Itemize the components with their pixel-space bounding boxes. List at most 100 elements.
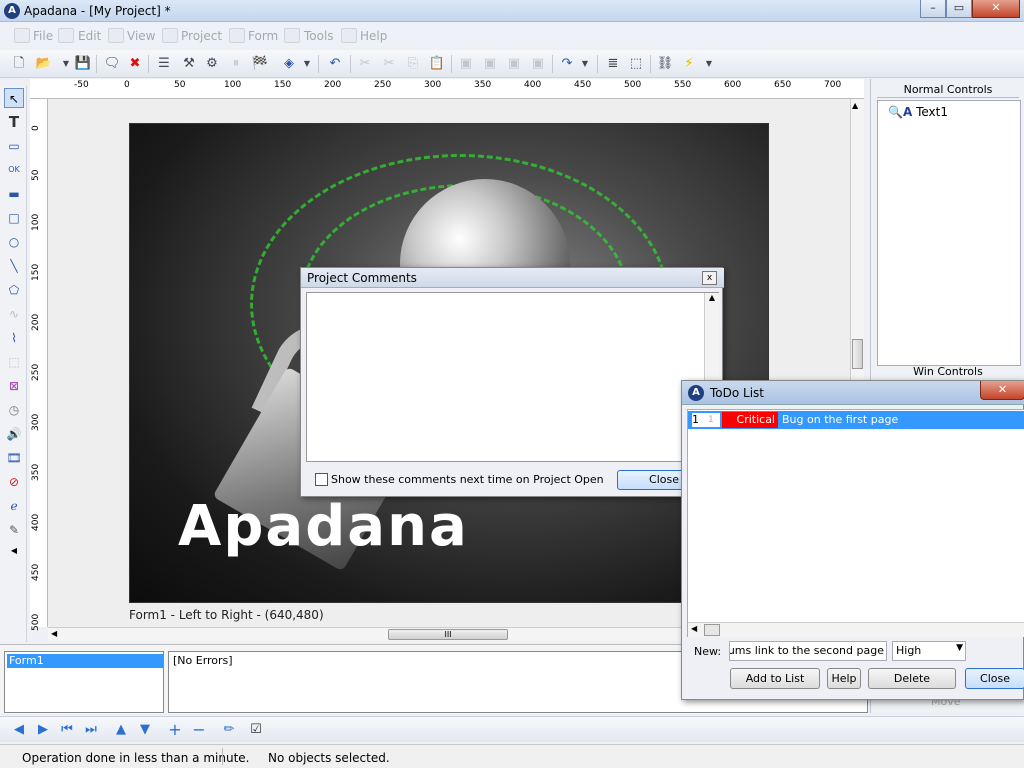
cut-icon[interactable]: ✂ [356, 55, 374, 73]
properties-icon[interactable]: ☰ [155, 55, 173, 73]
apadana-text-label[interactable]: Apadana [178, 494, 469, 559]
add-to-list-button[interactable]: Add to List [730, 668, 820, 689]
ellipse-tool-icon[interactable]: ○ [4, 232, 24, 252]
comments-close-x-button[interactable]: x [702, 271, 717, 285]
new-item-input[interactable]: a forums link to the second page [729, 641, 887, 661]
more-tools-arrow-icon[interactable]: ◀ [4, 541, 24, 561]
todo-row[interactable]: 1 1 Critical Bug on the first page [688, 411, 1024, 429]
menu-help[interactable]: Help [360, 29, 387, 43]
minimize-button[interactable]: – [920, 0, 946, 18]
horizontal-ruler: -50 0 50 100 150 200 250 300 350 400 450 500 550 600 6… [30, 79, 864, 99]
transform-tool-icon[interactable]: ⊠ [4, 376, 24, 396]
open-folder-icon[interactable]: 📂 [35, 55, 53, 73]
selection-tool-icon[interactable]: ⬚ [4, 352, 24, 372]
forward-icon[interactable]: ▣ [505, 55, 523, 73]
grid-icon[interactable]: ⬚ [627, 55, 645, 73]
menu-form[interactable]: Form [248, 29, 278, 43]
backward-icon[interactable]: ▣ [529, 55, 547, 73]
button-tool-icon[interactable]: ▭ [4, 136, 24, 156]
stop-tool-icon[interactable]: ⊘ [4, 472, 24, 492]
browser-tool-icon[interactable]: ℯ [4, 496, 24, 516]
image-tool-icon[interactable]: ▬ [4, 184, 24, 204]
layers-dropdown-icon[interactable]: ▼ [298, 55, 316, 73]
arrow-left-icon[interactable]: ◀ [10, 721, 28, 739]
comments-icon[interactable]: 🗨 [103, 55, 121, 73]
controls-tree[interactable]: 🔍A Text1 [877, 100, 1021, 366]
sound-tool-icon[interactable]: 🔊 [4, 424, 24, 444]
menu-edit[interactable]: Edit [78, 29, 101, 43]
scroll-up-icon[interactable]: ▲ [709, 293, 715, 302]
cut2-icon[interactable]: ✂ [380, 55, 398, 73]
redo-icon[interactable]: ↷ [558, 55, 576, 73]
form-list[interactable]: Form1 [4, 651, 164, 713]
help-button[interactable]: Help [827, 668, 861, 689]
first-icon[interactable]: ⏮ [58, 721, 76, 739]
text-tool-icon[interactable]: T [4, 112, 24, 132]
undo-icon[interactable]: ↶ [326, 55, 344, 73]
wand-icon[interactable]: ✏ [220, 721, 238, 739]
arrow-right-icon[interactable]: ▶ [34, 721, 52, 739]
delete-icon[interactable]: ✖ [126, 55, 144, 73]
horizontal-scroll-thumb[interactable]: III [388, 629, 508, 640]
comments-textarea[interactable]: ▲ [306, 292, 719, 462]
toolbar-separator [96, 55, 97, 73]
align-icon[interactable]: ≣ [604, 55, 622, 73]
todo-close-button[interactable]: Close [965, 668, 1024, 689]
menu-project[interactable]: Project [181, 29, 222, 43]
todo-scroll-thumb[interactable] [704, 624, 720, 636]
add-icon[interactable]: + [166, 721, 184, 739]
rectangle-tool-icon[interactable]: □ [4, 208, 24, 228]
bring-front-icon[interactable]: ▣ [457, 55, 475, 73]
arrow-down-icon[interactable]: ▼ [136, 721, 154, 739]
remove-icon[interactable]: − [190, 721, 208, 739]
vertical-scroll-thumb[interactable] [852, 339, 863, 369]
todo-list-dialog: A ToDo List ✕ 1 1 Critical Bug on the fi… [681, 380, 1024, 700]
scroll-up-icon[interactable]: ▲ [852, 101, 858, 110]
check-icon[interactable]: ☑ [247, 721, 265, 739]
menu-view[interactable]: View [127, 29, 155, 43]
redo-dropdown-icon[interactable]: ▼ [576, 55, 594, 73]
pause-icon[interactable]: ⏸ [227, 55, 245, 73]
scroll-left-icon[interactable]: ◀ [51, 629, 57, 638]
delete-button[interactable]: Delete [868, 668, 956, 689]
close-window-button[interactable]: ✕ [972, 0, 1020, 18]
copy-icon[interactable]: ⎘ [404, 55, 422, 73]
tree-item-text1[interactable]: 🔍A Text1 [888, 105, 948, 119]
form-list-item[interactable]: Form1 [7, 654, 163, 668]
menu-file[interactable]: File [33, 29, 53, 43]
build-icon[interactable]: ⚒ [180, 55, 198, 73]
priority-select[interactable]: High ▼ [892, 641, 966, 661]
scroll-left-icon[interactable]: ◀ [691, 624, 697, 633]
maximize-button[interactable]: ▭ [946, 0, 972, 18]
send-back-icon[interactable]: ▣ [481, 55, 499, 73]
video-tool-icon[interactable]: 🎞 [4, 448, 24, 468]
new-file-icon[interactable]: 🗋 [10, 55, 28, 73]
last-icon[interactable]: ⏭ [82, 721, 100, 739]
menu-tools[interactable]: Tools [304, 29, 334, 43]
todo-items-list[interactable]: 1 1 Critical Bug on the first page ◀ [687, 409, 1024, 637]
arrow-up-icon[interactable]: ▲ [112, 721, 130, 739]
polygon-tool-icon[interactable]: ⬠ [4, 280, 24, 300]
pointer-tool-icon[interactable]: ↖ [4, 88, 24, 108]
lightning-icon[interactable]: ⚡ [680, 55, 698, 73]
show-comments-checkbox[interactable] [315, 473, 328, 486]
todo-close-x-button[interactable]: ✕ [980, 381, 1024, 400]
todo-horizontal-scrollbar[interactable]: ◀ [688, 622, 1024, 637]
polyline-tool-icon[interactable]: ⌇ [4, 328, 24, 348]
lightning-dropdown-icon[interactable]: ▼ [700, 55, 718, 73]
status-bar: Operation done in less than a minute. No… [0, 744, 1024, 768]
curve-tool-icon[interactable]: ∿ [4, 304, 24, 324]
toolbar-separator [597, 55, 598, 73]
build-settings-icon[interactable]: ⚙ [203, 55, 221, 73]
open-dropdown-icon[interactable]: ▼ [57, 55, 75, 73]
comments-title: Project Comments [307, 271, 417, 285]
ok-tool-icon[interactable]: OK [4, 160, 24, 180]
save-icon[interactable]: 💾 [74, 55, 92, 73]
pen-tool-icon[interactable]: ✎ [4, 520, 24, 540]
paste-icon[interactable]: 📋 [428, 55, 446, 73]
plugin-icon[interactable]: ⛓ [656, 55, 674, 73]
run-flag-icon[interactable]: 🏁 [251, 55, 269, 73]
timer-tool-icon[interactable]: ◷ [4, 400, 24, 420]
line-tool-icon[interactable]: ╲ [4, 256, 24, 276]
layers-icon[interactable]: ◈ [280, 55, 298, 73]
